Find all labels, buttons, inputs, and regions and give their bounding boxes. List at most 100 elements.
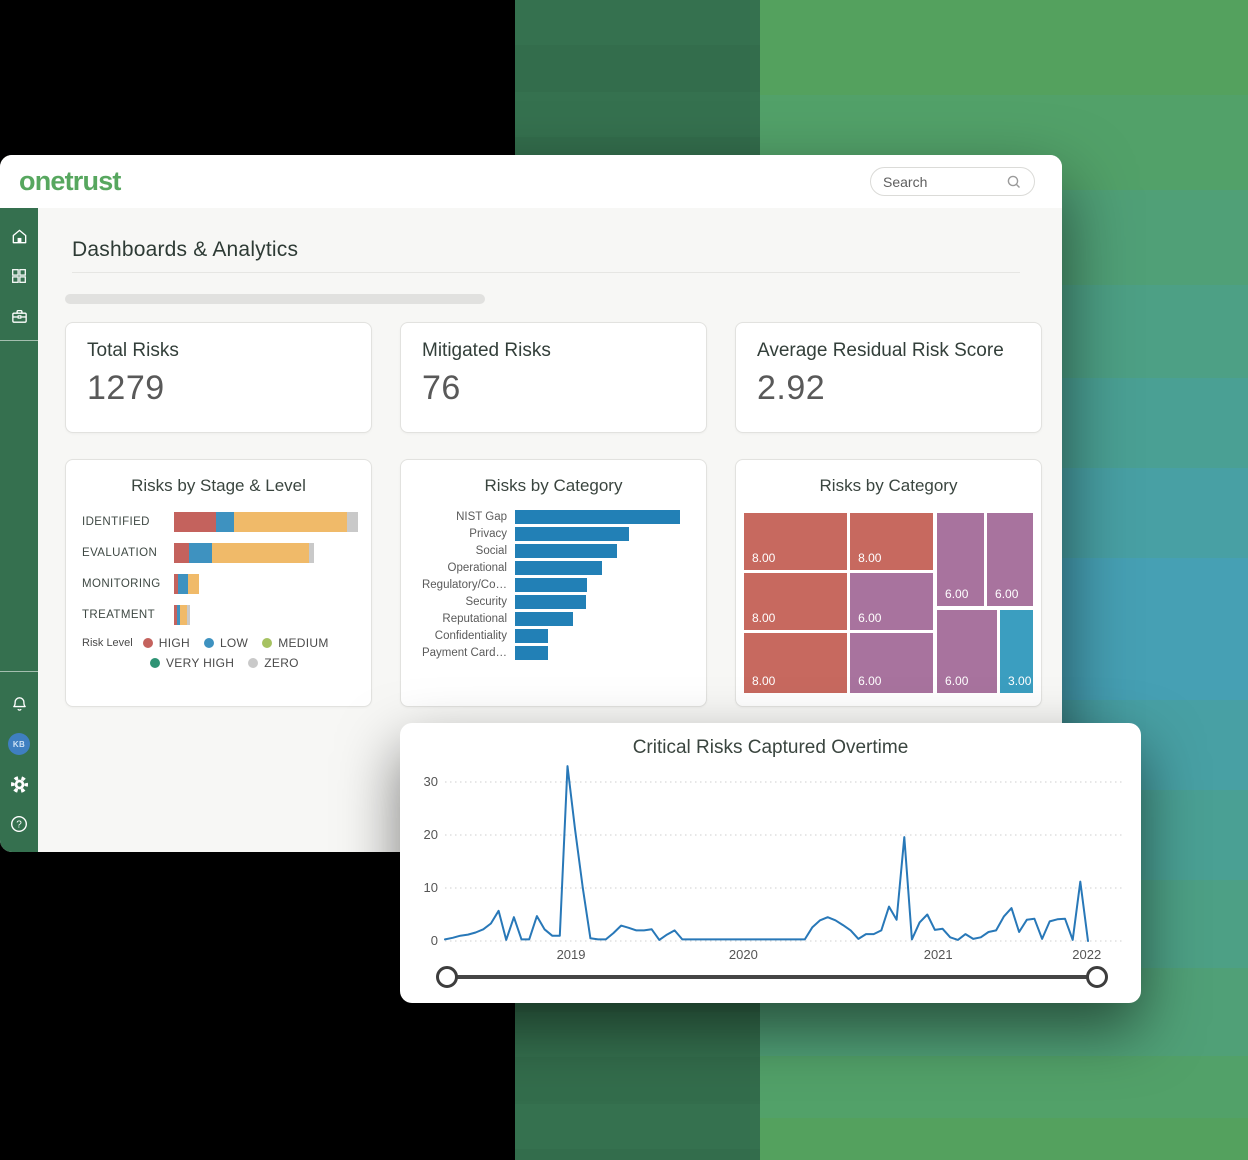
- category-row: Reputational: [401, 612, 706, 626]
- treemap-tile: 8.00: [744, 573, 847, 630]
- home-icon: [10, 227, 29, 246]
- bar-segment: [212, 543, 309, 563]
- legend-item: ZERO: [248, 656, 299, 670]
- svg-text:2020: 2020: [729, 947, 758, 962]
- sidebar-item-account[interactable]: KB: [0, 724, 38, 764]
- category-label: NIST Gap: [401, 511, 515, 523]
- search-placeholder: Search: [883, 174, 927, 190]
- tile-value: 3.00: [1008, 674, 1031, 688]
- chart-risks-by-stage-level: Risks by Stage & Level IDENTIFIED EVALUA…: [65, 459, 372, 707]
- treemap-tile: 3.00: [1000, 610, 1033, 693]
- stacked-bar: [174, 512, 358, 532]
- sidebar: KB ?: [0, 208, 38, 852]
- stat-value: 1279: [87, 369, 350, 408]
- tile-value: 6.00: [858, 611, 881, 625]
- category-row: Security: [401, 595, 706, 609]
- treemap-tile: 6.00: [937, 610, 997, 693]
- legend-dot: [248, 658, 258, 668]
- sidebar-item-help[interactable]: ?: [0, 804, 38, 844]
- chart-title: Risks by Category: [736, 476, 1041, 496]
- category-bar: [515, 510, 680, 524]
- bar-chart: NIST Gap Privacy Social Operational Regu…: [401, 510, 706, 660]
- category-row: Regulatory/Co…: [401, 578, 706, 592]
- tile-value: 8.00: [752, 551, 775, 565]
- slider-handle-left[interactable]: [436, 966, 458, 988]
- tile-value: 6.00: [945, 674, 968, 688]
- stage-row: MONITORING: [82, 574, 371, 594]
- treemap-tile: 8.00: [850, 513, 933, 570]
- time-range-slider: [400, 963, 1141, 991]
- svg-text:10: 10: [424, 880, 438, 895]
- sidebar-item-home[interactable]: [0, 216, 38, 256]
- svg-text:2022: 2022: [1072, 947, 1101, 962]
- category-row: Operational: [401, 561, 706, 575]
- svg-text:?: ?: [16, 820, 22, 831]
- risk-level-legend: Risk Level HIGH LOW MEDIUM VERY HIGH ZER…: [82, 636, 371, 670]
- category-row: Payment Card…: [401, 646, 706, 660]
- charts-row: Risks by Stage & Level IDENTIFIED EVALUA…: [65, 459, 1042, 707]
- stacked-bar-chart: IDENTIFIED EVALUATION MONITORING TREATME…: [82, 512, 371, 625]
- slider-track[interactable]: [447, 975, 1097, 979]
- legend-dot: [204, 638, 214, 648]
- apps-grid-icon: [10, 267, 28, 285]
- search-icon: [1006, 174, 1022, 190]
- legend-item: HIGH: [143, 636, 190, 650]
- treemap-tile: 6.00: [850, 573, 933, 630]
- treemap-tile: 6.00: [937, 513, 984, 606]
- chart-title: Risks by Category: [401, 476, 706, 496]
- legend-dot: [143, 638, 153, 648]
- bar-segment: [216, 512, 234, 532]
- category-label: Operational: [401, 562, 515, 574]
- category-row: Privacy: [401, 527, 706, 541]
- category-bar: [515, 595, 586, 609]
- sidebar-item-notifications[interactable]: [0, 684, 38, 724]
- legend-item: VERY HIGH: [150, 656, 234, 670]
- treemap-chart: 8.008.008.008.006.006.006.006.006.003.00: [744, 513, 1033, 693]
- briefcase-icon: [10, 307, 29, 326]
- stat-label: Mitigated Risks: [422, 340, 685, 362]
- bell-icon: [10, 695, 29, 714]
- treemap-tile: 6.00: [987, 513, 1033, 606]
- stat-card-mitigated-risks: Mitigated Risks 76: [400, 322, 707, 433]
- search-input[interactable]: Search: [870, 167, 1035, 196]
- stat-card-avg-residual-risk: Average Residual Risk Score 2.92: [735, 322, 1042, 433]
- category-label: Payment Card…: [401, 647, 515, 659]
- title-divider: [72, 272, 1020, 273]
- legend-dot: [150, 658, 160, 668]
- bar-segment: [187, 605, 190, 625]
- stacked-bar: [174, 574, 199, 594]
- sidebar-item-apps[interactable]: [0, 256, 38, 296]
- bar-segment: [174, 512, 216, 532]
- stage-label: IDENTIFIED: [82, 516, 174, 528]
- category-row: Social: [401, 544, 706, 558]
- category-label: Privacy: [401, 528, 515, 540]
- stage-row: IDENTIFIED: [82, 512, 371, 532]
- tile-value: 8.00: [858, 551, 881, 565]
- stat-card-total-risks: Total Risks 1279: [65, 322, 372, 433]
- treemap-tile: 8.00: [744, 633, 847, 693]
- category-label: Reputational: [401, 613, 515, 625]
- category-label: Confidentiality: [401, 630, 515, 642]
- sidebar-divider: [0, 340, 38, 341]
- category-label: Security: [401, 596, 515, 608]
- slider-handle-right[interactable]: [1086, 966, 1108, 988]
- category-row: NIST Gap: [401, 510, 706, 524]
- legend-dot: [262, 638, 272, 648]
- stat-label: Total Risks: [87, 340, 350, 362]
- tile-value: 6.00: [858, 674, 881, 688]
- category-bar: [515, 561, 602, 575]
- stacked-bar: [174, 543, 314, 563]
- sidebar-item-settings[interactable]: [0, 764, 38, 804]
- sidebar-item-projects[interactable]: [0, 296, 38, 336]
- category-bar: [515, 646, 548, 660]
- bar-segment: [178, 574, 188, 594]
- tile-value: 8.00: [752, 611, 775, 625]
- category-label: Regulatory/Co…: [401, 579, 515, 591]
- bar-segment: [347, 512, 358, 532]
- chart-title: Critical Risks Captured Overtime: [400, 737, 1141, 759]
- stage-row: TREATMENT: [82, 605, 371, 625]
- legend-title: Risk Level: [82, 637, 133, 649]
- bar-segment: [188, 574, 199, 594]
- svg-text:0: 0: [431, 933, 438, 948]
- brand-logo: onetrust: [19, 166, 121, 197]
